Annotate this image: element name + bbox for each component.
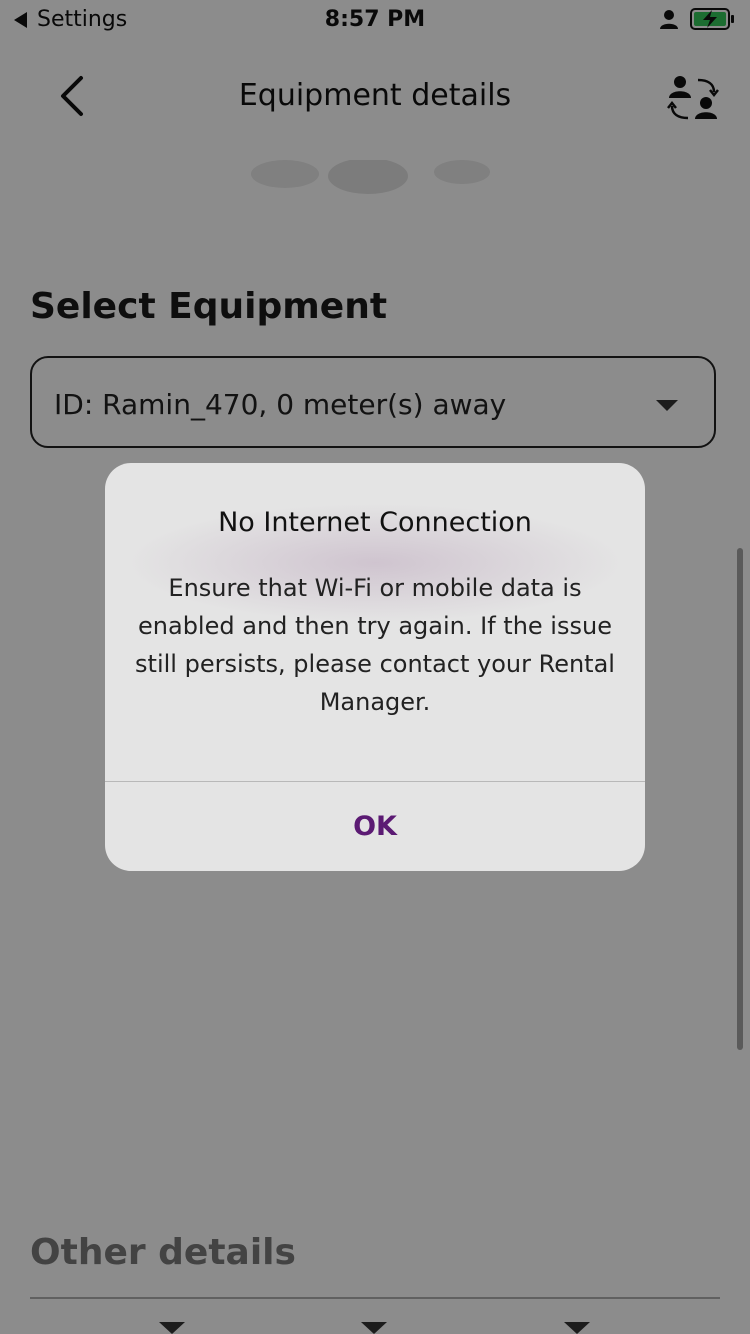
- no-internet-alert: No Internet Connection Ensure that Wi-Fi…: [105, 463, 645, 871]
- scroll-indicator[interactable]: [737, 548, 743, 1050]
- ok-button[interactable]: OK: [105, 782, 645, 871]
- equipment-details-screen: Settings 8:57 PM Equipment details Selec…: [0, 0, 750, 1334]
- alert-message: Ensure that Wi-Fi or mobile data is enab…: [135, 574, 615, 716]
- alert-title: No Internet Connection: [218, 507, 532, 538]
